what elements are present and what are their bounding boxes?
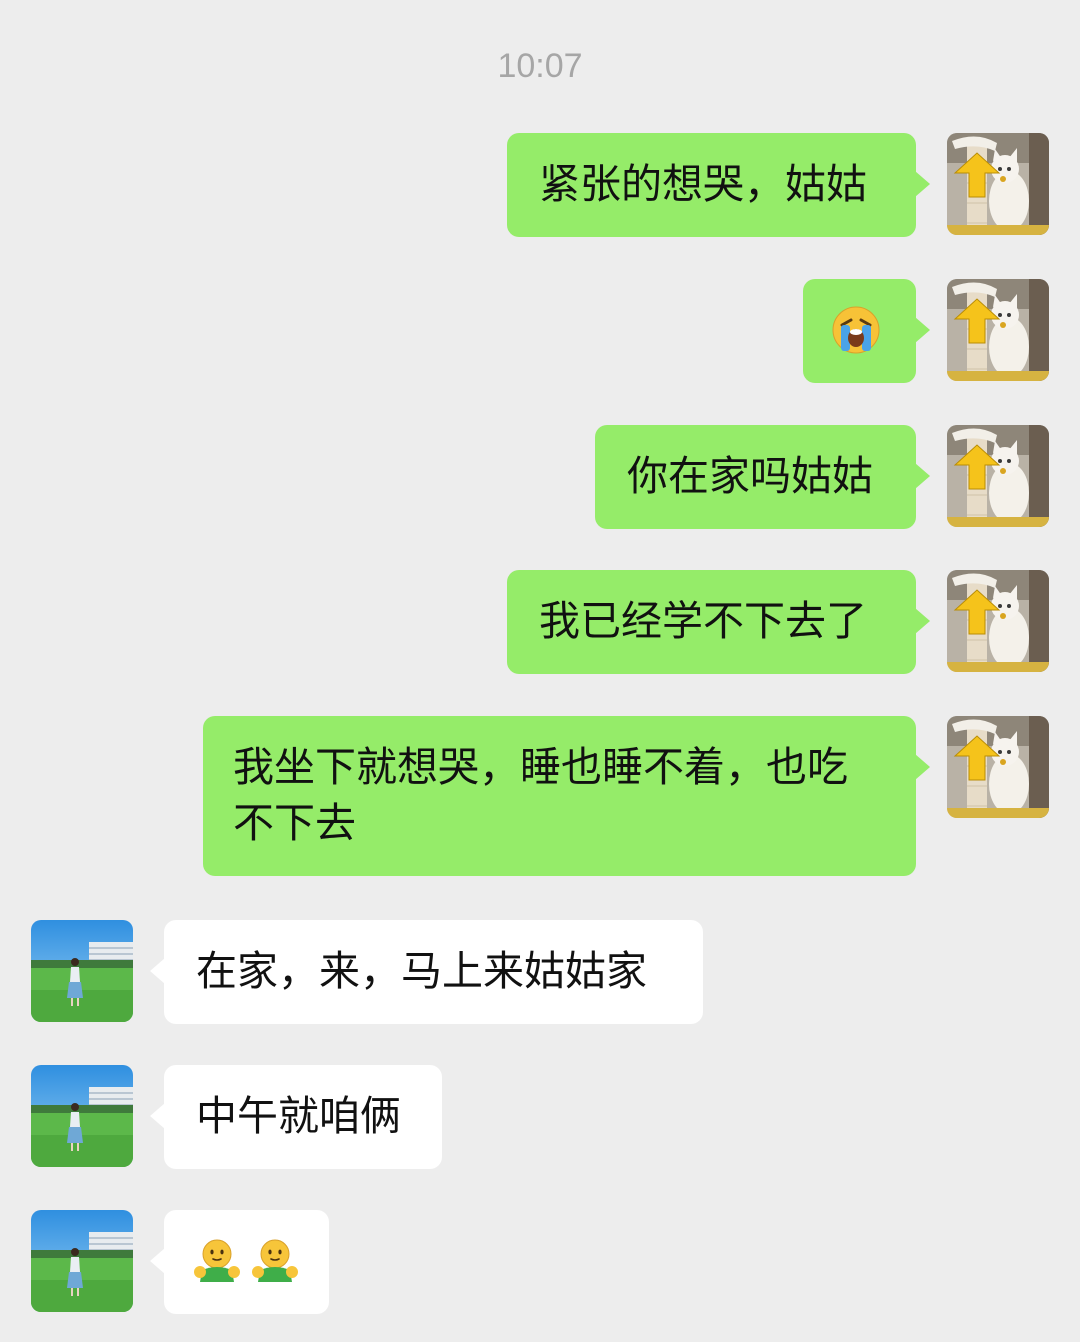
cat-avatar-icon[interactable]: [947, 425, 1049, 527]
message-text: 中午就咱俩: [196, 1092, 401, 1140]
message-bubble[interactable]: [150, 1210, 329, 1314]
cat-avatar-icon[interactable]: [947, 716, 1049, 818]
cat-avatar-icon[interactable]: [947, 570, 1049, 672]
hug-emoji: [251, 1239, 299, 1283]
cat-avatar-icon[interactable]: [947, 133, 1049, 235]
hug-emoji: [193, 1239, 241, 1283]
cat-avatar-icon[interactable]: [947, 279, 1049, 381]
message-text: 你在家吗姑姑: [627, 452, 873, 500]
message-text: 我已经学不下去了: [539, 597, 867, 645]
person-on-field-avatar-icon[interactable]: [31, 1210, 133, 1312]
emoji-group: [831, 302, 888, 358]
message-bubble[interactable]: 你在家吗姑姑: [595, 425, 930, 529]
message-text: 在家，来，马上来姑姑家: [196, 947, 647, 995]
message-text: 紧张的想哭，姑姑: [539, 160, 867, 208]
message-bubble[interactable]: 在家，来，马上来姑姑家: [150, 920, 703, 1024]
message-text: 我坐下就想哭，睡也睡不着，也吃不下去: [233, 743, 848, 847]
emoji-group: [192, 1233, 301, 1289]
crying-face-emoji: [832, 306, 880, 354]
message-bubble[interactable]: 我坐下就想哭，睡也睡不着，也吃不下去: [203, 716, 930, 876]
message-bubble[interactable]: 我已经学不下去了: [507, 570, 930, 674]
message-bubble[interactable]: [803, 279, 930, 383]
message-bubble[interactable]: 中午就咱俩: [150, 1065, 442, 1169]
message-bubble[interactable]: 紧张的想哭，姑姑: [507, 133, 930, 237]
chat-window: 10:07 紧张的想哭，姑姑 你在家吗姑姑 我已经学不下去了 我坐下就想哭，睡也…: [0, 0, 1080, 1342]
message-timestamp: 10:07: [497, 47, 583, 85]
person-on-field-avatar-icon[interactable]: [31, 920, 133, 1022]
person-on-field-avatar-icon[interactable]: [31, 1065, 133, 1167]
